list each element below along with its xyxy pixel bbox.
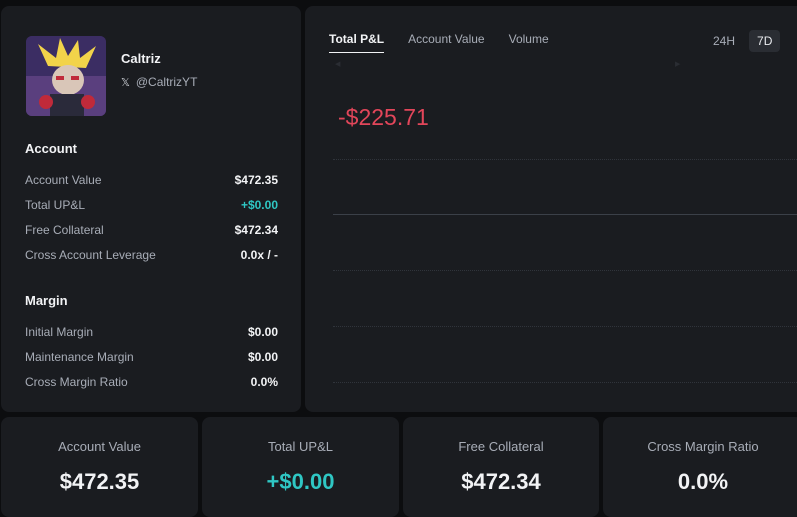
pnl-value: -$225.71	[338, 104, 429, 130]
card-label: Account Value	[58, 439, 141, 454]
row-label: Cross Account Leverage	[25, 248, 156, 262]
maintenance-margin-row: Maintenance Margin $0.00	[25, 348, 278, 366]
card-free-collateral: Free Collateral $472.34	[403, 417, 599, 517]
pnl-chart-panel: Total P&L Account Value Volume 24H 7D ◀ …	[305, 6, 797, 412]
account-section-title: Account	[25, 141, 77, 156]
avatar[interactable]	[26, 36, 106, 116]
row-value: $0.00	[247, 350, 278, 364]
scroll-right-icon[interactable]: ▶	[675, 60, 680, 68]
card-total-upl: Total UP&L +$0.00	[202, 417, 399, 517]
card-value: $472.35	[59, 469, 140, 494]
card-label: Free Collateral	[458, 439, 544, 454]
zero-line	[333, 214, 797, 215]
social-handle[interactable]: 𝕏 @CaltrizYT	[121, 75, 197, 89]
grid-line	[333, 270, 797, 271]
tab-volume[interactable]: Volume	[509, 32, 549, 53]
row-value: 0.0%	[250, 375, 278, 389]
row-label: Total UP&L	[25, 198, 86, 212]
row-label: Free Collateral	[25, 223, 104, 237]
card-value: +$0.00	[266, 469, 335, 494]
row-value: +$0.00	[240, 198, 278, 212]
initial-margin-row: Initial Margin $0.00	[25, 323, 278, 341]
username: Caltriz	[121, 51, 161, 66]
grid-line	[333, 326, 797, 327]
range-24h-button[interactable]: 24H	[705, 30, 743, 52]
card-label: Cross Margin Ratio	[647, 439, 759, 454]
row-label: Account Value	[25, 173, 102, 187]
card-label: Total UP&L	[267, 439, 334, 454]
tab-account-value[interactable]: Account Value	[408, 32, 485, 53]
row-value: $472.35	[234, 173, 278, 187]
total-upl-row: Total UP&L +$0.00	[25, 196, 278, 214]
tab-total-pnl[interactable]: Total P&L	[329, 32, 385, 53]
account-summary-panel: Caltriz 𝕏 @CaltrizYT Account Account Val…	[1, 6, 301, 412]
time-range-selector: 24H 7D	[705, 30, 781, 52]
card-value: $472.34	[461, 469, 541, 494]
card-cross-margin-ratio: Cross Margin Ratio 0.0%	[603, 417, 797, 517]
row-label: Maintenance Margin	[25, 350, 134, 364]
handle-text: @CaltrizYT	[135, 75, 198, 89]
scroll-left-icon[interactable]: ◀	[335, 60, 340, 68]
grid-line	[333, 382, 797, 383]
free-collateral-row: Free Collateral $472.34	[25, 221, 278, 239]
row-value: $0.00	[247, 325, 278, 339]
chart-tabs: Total P&L Account Value Volume	[329, 32, 549, 53]
cross-margin-ratio-row: Cross Margin Ratio 0.0%	[25, 373, 278, 391]
range-7d-button[interactable]: 7D	[749, 30, 781, 52]
card-value: 0.0%	[677, 469, 729, 494]
account-value-row: Account Value $472.35	[25, 171, 278, 189]
x-logo-icon: 𝕏	[121, 75, 130, 89]
row-value: 0.0x / -	[240, 248, 278, 262]
row-label: Initial Margin	[25, 325, 94, 339]
row-value: $472.34	[234, 223, 278, 237]
cross-account-leverage-row: Cross Account Leverage 0.0x / -	[25, 246, 278, 264]
card-account-value: Account Value $472.35	[1, 417, 198, 517]
margin-section-title: Margin	[25, 293, 68, 308]
grid-line	[333, 159, 797, 160]
row-label: Cross Margin Ratio	[25, 375, 128, 389]
